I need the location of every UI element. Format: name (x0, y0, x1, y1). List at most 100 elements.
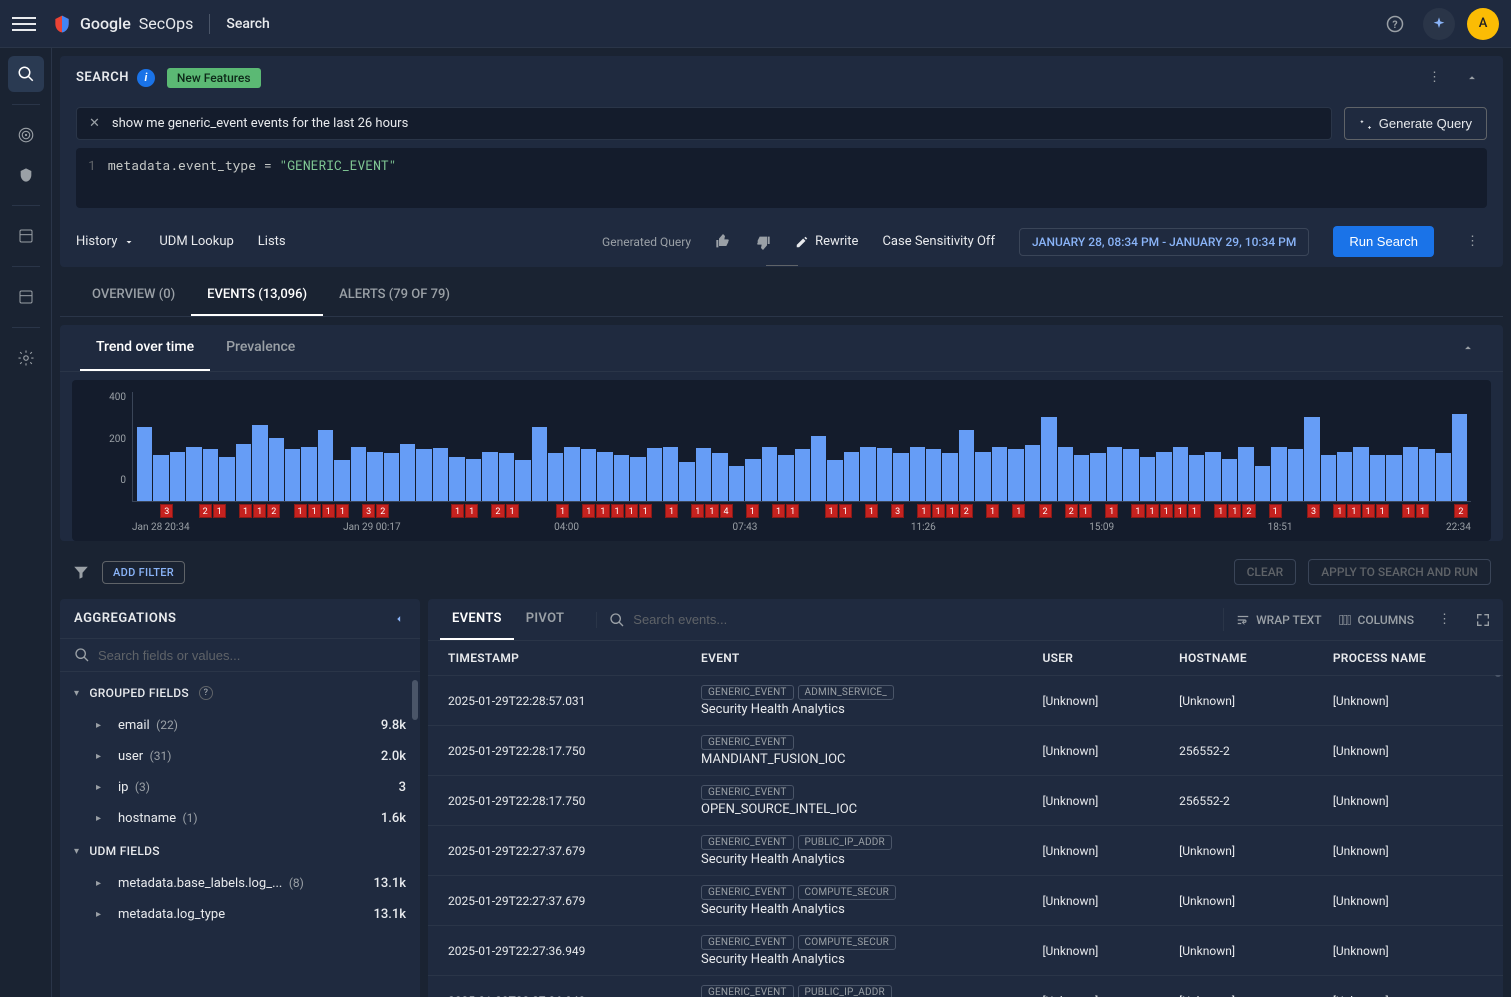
bar[interactable] (1107, 447, 1122, 502)
bar[interactable] (236, 444, 251, 501)
add-filter-button[interactable]: ADD FILTER (102, 561, 185, 584)
col-timestamp[interactable]: TIMESTAMP (428, 641, 681, 676)
bar[interactable] (597, 452, 612, 501)
bar[interactable] (1321, 455, 1336, 501)
bar[interactable] (285, 449, 300, 501)
chart-tab-trend[interactable]: Trend over time (80, 325, 210, 371)
help-icon[interactable]: ? (1379, 8, 1411, 40)
bar-chart[interactable] (132, 392, 1471, 502)
collapse-up-icon[interactable] (1457, 67, 1487, 89)
bar[interactable] (1008, 449, 1023, 501)
nav-search-label[interactable]: Search (226, 16, 269, 32)
toolbar-kebab-icon[interactable]: ⋮ (1458, 230, 1487, 253)
thumbs-down-icon[interactable] (755, 234, 771, 250)
rewrite-button[interactable]: Rewrite (795, 234, 858, 249)
logo[interactable]: Google SecOps (52, 14, 193, 34)
bar[interactable] (153, 455, 168, 501)
help-icon[interactable]: ? (199, 686, 213, 700)
bar[interactable] (1419, 449, 1434, 501)
bar[interactable] (712, 453, 727, 501)
bar[interactable] (384, 453, 399, 501)
tab-overview[interactable]: OVERVIEW (0) (76, 275, 191, 316)
bar[interactable] (367, 452, 382, 501)
bar[interactable] (877, 448, 892, 501)
date-range-picker[interactable]: JANUARY 28, 08:34 PM - JANUARY 29, 10:34… (1019, 228, 1309, 256)
bar[interactable] (532, 427, 547, 501)
avatar[interactable]: A (1467, 8, 1499, 40)
table-row[interactable]: 2025-01-29T22:28:57.031 GENERIC_EVENTADM… (428, 676, 1503, 726)
tab-alerts[interactable]: ALERTS (79 OF 79) (323, 275, 466, 316)
tab-events[interactable]: EVENTS (13,096) (191, 275, 323, 316)
bar[interactable] (1222, 459, 1237, 501)
bar[interactable] (334, 460, 349, 501)
bar[interactable] (630, 457, 645, 501)
bar[interactable] (745, 459, 760, 501)
events-kebab-icon[interactable]: ⋮ (1430, 608, 1459, 631)
table-row[interactable]: 2025-01-29T22:27:37.679 GENERIC_EVENTCOM… (428, 876, 1503, 926)
agg-search[interactable] (60, 639, 420, 672)
scrollbar-thumb[interactable] (412, 680, 418, 720)
bar[interactable] (1370, 455, 1385, 501)
bar[interactable] (1403, 447, 1418, 502)
nl-query-input[interactable]: ✕ show me generic_event events for the l… (76, 107, 1332, 140)
bar[interactable] (959, 430, 974, 501)
bar[interactable] (860, 447, 875, 502)
filter-icon[interactable] (72, 563, 90, 581)
bar[interactable] (1288, 449, 1303, 501)
col-user[interactable]: USER (1022, 641, 1159, 676)
bar[interactable] (581, 449, 596, 501)
bar[interactable] (1156, 452, 1171, 501)
bar[interactable] (1337, 452, 1352, 501)
bar[interactable] (137, 427, 152, 501)
bar[interactable] (186, 447, 201, 502)
bar[interactable] (1173, 447, 1188, 502)
bar[interactable] (1271, 447, 1286, 502)
thumbs-up-icon[interactable] (715, 234, 731, 250)
wrap-text-button[interactable]: WRAP TEXT (1236, 613, 1321, 627)
run-search-button[interactable]: Run Search (1333, 226, 1434, 257)
agg-row[interactable]: ▸ hostname (1) 1.6k (60, 803, 420, 834)
bar[interactable] (433, 448, 448, 501)
agg-row[interactable]: ▸ user (31) 2.0k (60, 741, 420, 772)
bar[interactable] (762, 447, 777, 502)
bar[interactable] (400, 444, 415, 501)
bar[interactable] (1140, 457, 1155, 501)
table-row[interactable]: 2025-01-29T22:27:37.679 GENERIC_EVENTPUB… (428, 826, 1503, 876)
hamburger-menu[interactable] (12, 12, 36, 36)
table-row[interactable]: 2025-01-29T22:27:36.949 GENERIC_EVENTPUB… (428, 976, 1503, 997)
bar[interactable] (416, 449, 431, 501)
lists-button[interactable]: Lists (258, 234, 286, 249)
bar[interactable] (1058, 447, 1073, 502)
bar[interactable] (696, 448, 711, 501)
bar[interactable] (1238, 447, 1253, 502)
bar[interactable] (926, 449, 941, 501)
bar[interactable] (269, 438, 284, 501)
col-hostname[interactable]: HOSTNAME (1159, 641, 1313, 676)
bar[interactable] (203, 449, 218, 501)
info-icon[interactable]: i (137, 69, 155, 87)
bar[interactable] (663, 447, 678, 502)
bar[interactable] (301, 447, 316, 502)
close-icon[interactable]: ✕ (89, 116, 100, 131)
bar[interactable] (679, 462, 694, 502)
apply-button[interactable]: APPLY TO SEARCH AND RUN (1308, 559, 1491, 585)
bar[interactable] (910, 447, 925, 502)
bar[interactable] (647, 448, 662, 501)
bar[interactable] (219, 457, 234, 501)
events-subtab-pivot[interactable]: PIVOT (514, 599, 577, 640)
clear-button[interactable]: CLEAR (1234, 559, 1297, 585)
bar[interactable] (499, 453, 514, 501)
bar[interactable] (449, 457, 464, 501)
nav-shield-icon[interactable] (8, 157, 44, 193)
bar[interactable] (975, 452, 990, 501)
bar[interactable] (1205, 452, 1220, 501)
bar[interactable] (729, 466, 744, 501)
col-process[interactable]: PROCESS NAME (1313, 641, 1503, 676)
generate-query-button[interactable]: Generate Query (1344, 107, 1487, 140)
nav-dashboard1-icon[interactable] (8, 218, 44, 254)
bar[interactable] (1074, 455, 1089, 501)
bar[interactable] (252, 425, 267, 501)
chart-collapse-icon[interactable] (1453, 333, 1483, 363)
bar[interactable] (351, 447, 366, 502)
bar[interactable] (548, 453, 563, 501)
